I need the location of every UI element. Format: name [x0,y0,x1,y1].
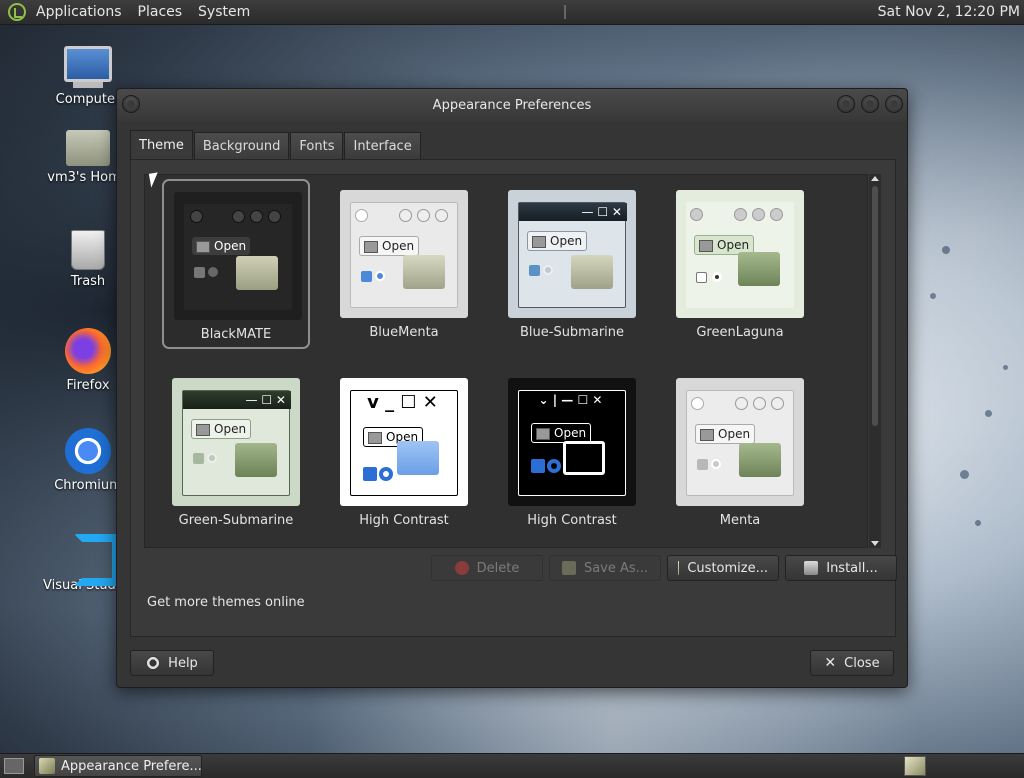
theme-preview: Open [174,192,302,320]
minimize-button[interactable] [837,95,855,113]
computer-icon [43,46,133,88]
theme-preview: — ☐ ✕ Open [172,378,300,506]
theme-name: GreenLaguna [696,325,784,340]
tab-theme[interactable]: Theme [130,130,193,159]
theme-preview: — ☐ ✕ Open [508,190,636,318]
theme-preview: Open [676,378,804,506]
window-titlebar[interactable]: Appearance Preferences [117,89,907,121]
trash-icon [71,230,105,270]
theme-preview: ⌄ | — ☐ ✕ Open [508,378,636,506]
theme-name: BlueMenta [369,325,439,340]
close-button[interactable]: ✕ Close [810,650,894,676]
show-desktop-icon[interactable] [4,758,24,774]
appearance-preferences-window: Appearance Preferences Theme Background … [116,88,908,688]
wallpaper-droplet [975,520,981,526]
install-button[interactable]: Install... [785,555,897,581]
help-button[interactable]: Help [130,650,214,676]
menu-places[interactable]: Places [130,4,191,20]
theme-item-blackmate[interactable]: Open BlackMATE [162,179,310,349]
bottom-panel: Appearance Prefere... [0,753,1024,778]
maximize-button[interactable] [861,95,879,113]
delete-icon [454,561,469,575]
window-title: Appearance Preferences [432,97,592,113]
tray-appearance-icon[interactable] [904,756,926,776]
save-as-button[interactable]: Save As... [549,555,661,581]
customize-button[interactable]: Customize... [667,555,779,581]
scroll-down-arrow-icon[interactable] [871,541,879,546]
wallpaper-droplet [985,410,992,417]
tab-interface[interactable]: Interface [344,132,421,159]
window-close-button[interactable] [885,95,903,113]
theme-preview: v _ ☐ ✕ Open [340,378,468,506]
theme-name: High Contrast [359,513,449,528]
theme-name: BlackMATE [200,327,272,342]
theme-item-greenlaguna[interactable]: Open GreenLaguna [666,179,814,349]
window-menu-button[interactable] [122,95,140,113]
theme-name: Blue-Submarine [519,325,625,340]
theme-item-high-contrast-inverse[interactable]: ⌄ | — ☐ ✕ Open High Contrast [498,367,646,537]
home-folder-icon [66,130,110,166]
theme-item-bluementa[interactable]: Open BlueMenta [330,179,478,349]
save-icon [561,561,576,575]
theme-item-green-submarine[interactable]: — ☐ ✕ Open Green-Submarine [162,367,310,537]
theme-scrollbar[interactable] [869,174,881,548]
tab-background[interactable]: Background [193,132,290,159]
wallpaper-droplet [942,246,950,254]
scroll-thumb[interactable] [872,186,878,426]
theme-item-blue-submarine[interactable]: — ☐ ✕ Open Blue-Submarine [498,179,646,349]
panel-separator [563,5,566,19]
appearance-icon [39,758,55,774]
top-panel: Applications Places System Sat Nov 2, 12… [0,0,1024,25]
get-more-themes-link[interactable]: Get more themes online [147,595,305,610]
customize-icon [678,561,680,575]
tab-fonts[interactable]: Fonts [290,132,344,159]
main-menu: Applications Places System [28,4,258,20]
theme-name: High Contrast [527,513,617,528]
firefox-icon [65,328,111,374]
wallpaper-droplet [930,293,936,299]
chromium-icon [65,428,111,474]
theme-preview: Open [676,190,804,318]
theme-grid[interactable]: Open BlackMATE Open BlueMenta — ☐ ✕ Open… [144,174,868,548]
scroll-up-arrow-icon[interactable] [871,176,879,181]
menu-system[interactable]: System [190,4,258,20]
wallpaper-droplet [1003,365,1008,370]
install-icon [804,561,819,575]
theme-actions: Delete Save As... Customize... Install..… [431,555,897,581]
theme-item-menta[interactable]: Open Menta [666,367,814,537]
wallpaper-droplet [960,470,969,479]
theme-item-high-contrast[interactable]: v _ ☐ ✕ Open High Contrast [330,367,478,537]
vscode-icon [66,530,110,574]
theme-name: Menta [719,513,761,528]
tab-bar: Theme Background Fonts Interface [130,130,422,159]
close-icon: ✕ [824,655,837,671]
theme-preview: Open [340,190,468,318]
help-icon [146,656,161,670]
theme-tab-panel: Open BlackMATE Open BlueMenta — ☐ ✕ Open… [130,159,897,637]
menu-applications[interactable]: Applications [28,4,130,20]
theme-name: Green-Submarine [178,513,294,528]
taskbar-item-appearance[interactable]: Appearance Prefere... [34,755,202,777]
mate-logo-icon[interactable] [8,3,26,21]
clock[interactable]: Sat Nov 2, 12:20 PM [878,4,1024,20]
delete-button[interactable]: Delete [431,555,543,581]
